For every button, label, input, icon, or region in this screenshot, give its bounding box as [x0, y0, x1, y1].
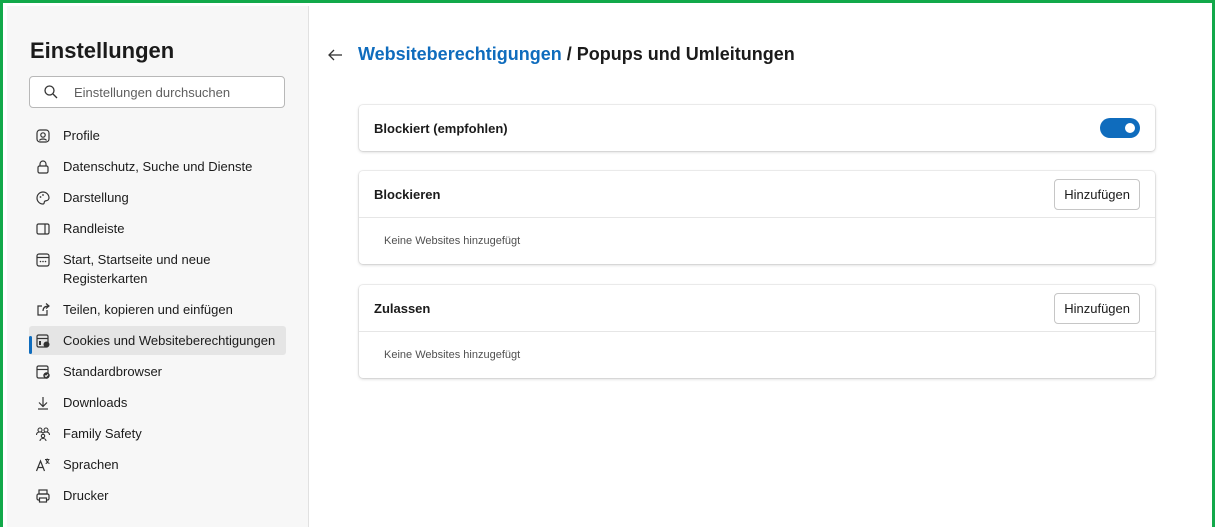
settings-sidebar: Einstellungen Profile [7, 6, 309, 527]
sidebar-item-label: Sprachen [63, 457, 119, 472]
settings-search-input[interactable] [72, 83, 276, 101]
sidebar-item-family-safety[interactable]: Family Safety [29, 419, 286, 448]
settings-content: Websiteberechtigungen / Popups und Umlei… [309, 6, 1212, 527]
lock-icon [37, 160, 49, 174]
profile-icon [36, 129, 50, 143]
sidebar-item-profile[interactable]: Profile [29, 121, 286, 150]
search-icon [44, 85, 58, 99]
toggle-knob [1125, 123, 1135, 133]
sidebar-item-start-home[interactable]: Start, Startseite und neue Registerkarte… [29, 245, 286, 293]
family-icon [35, 427, 51, 442]
sidebar-item-label: Darstellung [63, 190, 129, 205]
blocked-setting-card: Blockiert (empfohlen) [359, 105, 1155, 151]
window-frame: Einstellungen Profile [0, 0, 1215, 527]
breadcrumb: Websiteberechtigungen / Popups und Umlei… [327, 44, 795, 65]
sidebar-item-label: Family Safety [63, 426, 142, 441]
default-browser-icon [36, 365, 50, 379]
sidebar-item-sidebar[interactable]: Randleiste [29, 214, 286, 243]
download-icon [38, 397, 48, 410]
sidebar-icon [36, 223, 50, 235]
sidebar-item-label: Cookies und Websiteberechtigungen [63, 333, 276, 348]
settings-search-box[interactable] [29, 76, 285, 108]
settings-nav: Profile Datenschutz, Suche und Dienste D… [29, 121, 286, 512]
block-add-button[interactable]: Hinzufügen [1054, 178, 1140, 210]
sidebar-item-cookies-permissions[interactable]: Cookies und Websiteberechtigungen [29, 326, 286, 355]
allow-add-button[interactable]: Hinzufügen [1054, 292, 1140, 324]
allow-section-card: Zulassen Hinzufügen Keine Websites hinzu… [359, 285, 1155, 378]
sidebar-item-downloads[interactable]: Downloads [29, 388, 286, 417]
sidebar-item-label: Drucker [63, 488, 109, 503]
sidebar-item-label: Downloads [63, 395, 128, 410]
languages-icon [35, 458, 50, 472]
blocked-label: Blockiert (empfohlen) [374, 120, 508, 136]
sidebar-title: Einstellungen [30, 38, 175, 63]
sidebar-item-share-copy-paste[interactable]: Teilen, kopieren und einfügen [29, 295, 286, 324]
palette-icon [36, 191, 50, 205]
back-arrow-icon[interactable] [327, 47, 343, 63]
home-tab-icon [36, 253, 50, 267]
sidebar-item-label: Start, Startseite und neue Registerkarte… [63, 252, 211, 286]
sidebar-item-label: Teilen, kopieren und einfügen [63, 302, 233, 317]
sidebar-item-default-browser[interactable]: Standardbrowser [29, 357, 286, 386]
share-icon [37, 303, 50, 316]
block-section-title: Blockieren [374, 186, 441, 202]
cookies-icon [36, 334, 50, 348]
sidebar-item-privacy[interactable]: Datenschutz, Suche und Dienste [29, 152, 286, 181]
sidebar-item-label: Datenschutz, Suche und Dienste [63, 159, 253, 174]
printer-icon [36, 489, 50, 503]
sidebar-item-label: Randleiste [63, 221, 125, 236]
breadcrumb-link-site-permissions[interactable]: Websiteberechtigungen [358, 44, 562, 65]
sidebar-item-appearance[interactable]: Darstellung [29, 183, 286, 212]
block-section-card: Blockieren Hinzufügen Keine Websites hin… [359, 171, 1155, 264]
breadcrumb-separator: / [566, 44, 572, 64]
page-title: Popups und Umleitungen [576, 44, 795, 64]
block-empty-text: Keine Websites hinzugefügt [384, 235, 521, 247]
sidebar-item-label: Profile [63, 128, 100, 143]
sidebar-item-languages[interactable]: Sprachen [29, 450, 286, 479]
sidebar-item-label: Standardbrowser [63, 364, 162, 379]
allow-section-title: Zulassen [374, 300, 431, 316]
sidebar-item-printers[interactable]: Drucker [29, 481, 286, 510]
blocked-toggle[interactable] [1100, 118, 1140, 138]
allow-empty-text: Keine Websites hinzugefügt [384, 349, 521, 361]
